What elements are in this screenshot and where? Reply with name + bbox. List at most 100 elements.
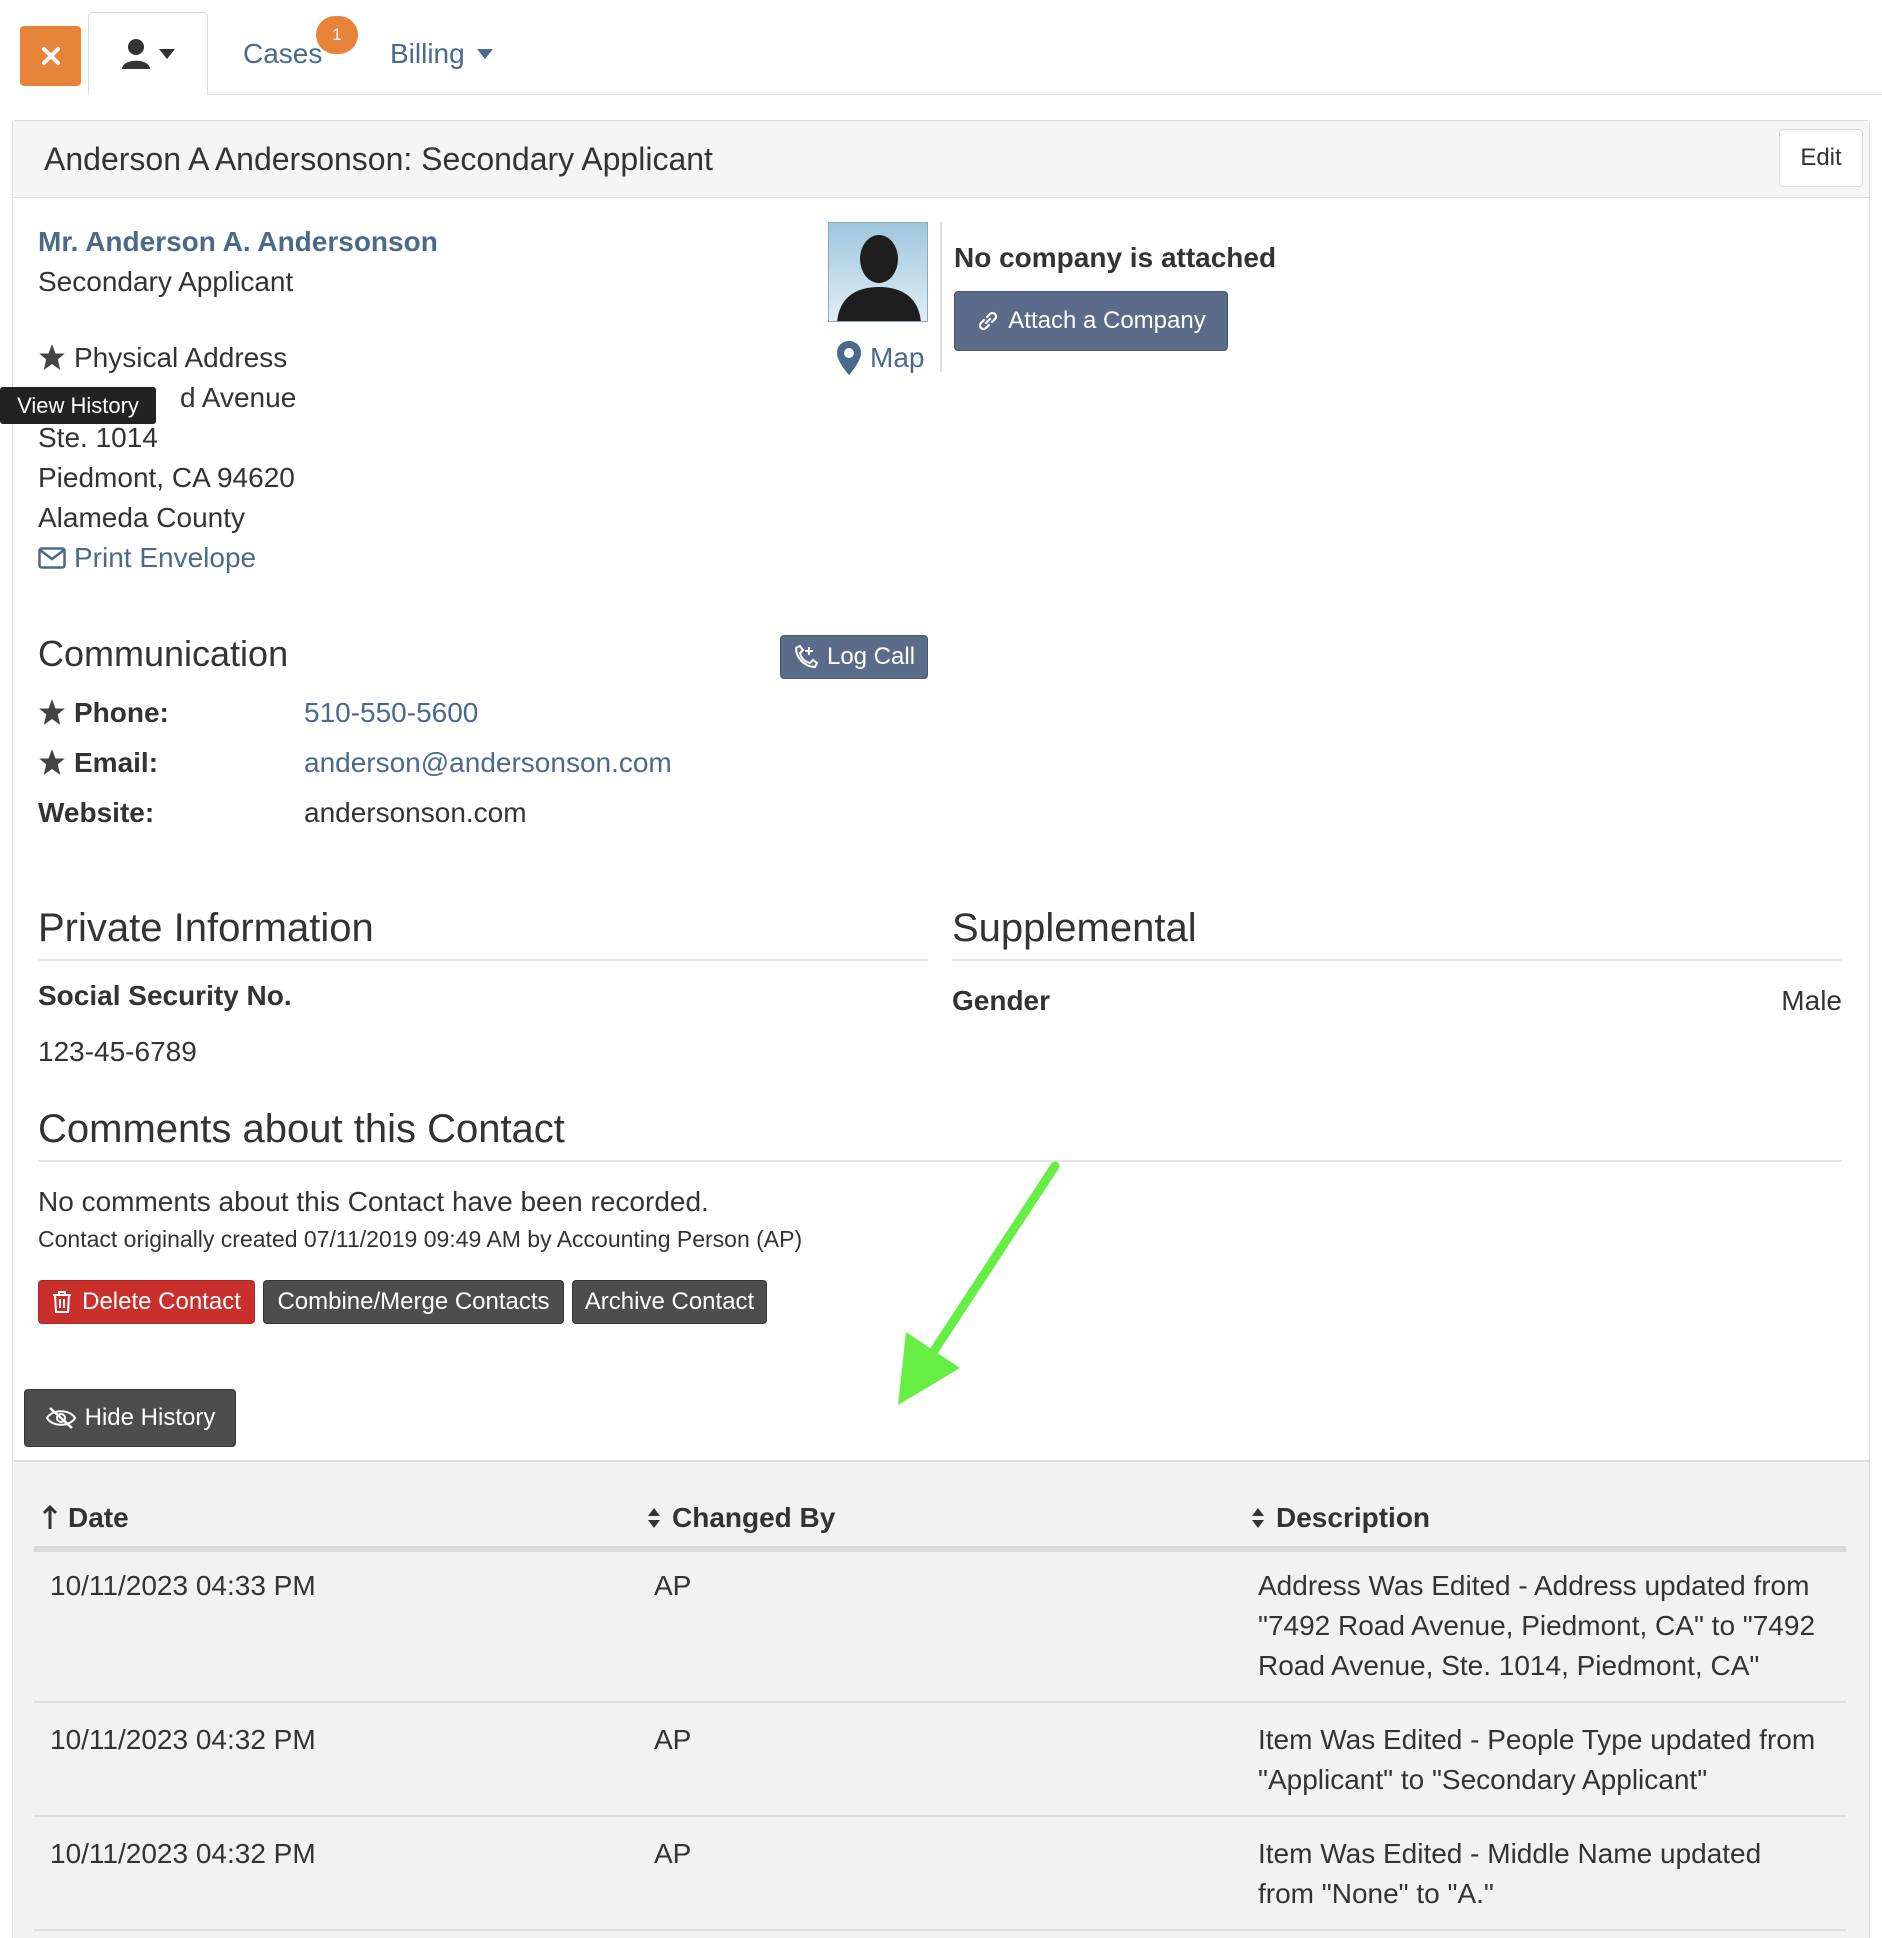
star-icon — [39, 344, 65, 370]
description-line: "Applicant" to "Secondary Applicant" — [1258, 1764, 1708, 1795]
divider — [38, 959, 928, 961]
table-cell-description: Item Was Edited - People Type updated fr… — [1258, 1720, 1815, 1800]
gender-value: Male — [1781, 985, 1842, 1016]
link-icon — [979, 311, 998, 331]
table-cell-description: Address Was Edited - Address updated fro… — [1258, 1566, 1815, 1686]
communication-heading: Communication — [38, 633, 289, 674]
history-table: Date Changed By Description 10/11/2023 0… — [14, 1460, 1869, 1938]
email-label-row: Email: — [38, 747, 158, 779]
contact-name-link[interactable]: Mr. Anderson A. Andersonson — [38, 226, 438, 258]
star-icon — [39, 699, 65, 725]
email-link[interactable]: anderson@andersonson.com — [304, 747, 672, 779]
column-header-date[interactable]: Date — [42, 1502, 129, 1534]
caret-down-icon — [159, 49, 175, 59]
email-label: Email: — [74, 747, 159, 778]
hide-history-label: Hide History — [84, 1404, 216, 1431]
table-cell-description: Item Was Edited - Middle Name updated fr… — [1258, 1834, 1761, 1914]
description-line: Road Avenue, Ste. 1014, Piedmont, CA" — [1258, 1650, 1760, 1681]
column-header-changed-by[interactable]: Changed By — [646, 1502, 835, 1534]
map-label: Map — [870, 342, 925, 373]
row-divider — [34, 1701, 1846, 1703]
contact-role: Secondary Applicant — [38, 266, 294, 297]
print-envelope-link[interactable]: Print Envelope — [38, 542, 256, 574]
row-divider — [34, 1929, 1846, 1931]
address-label: Physical Address — [38, 342, 287, 374]
tab-cases[interactable]: Cases — [243, 38, 322, 70]
column-header-description[interactable]: Description — [1250, 1502, 1430, 1534]
user-icon — [122, 39, 150, 69]
private-info-heading: Private Information — [38, 906, 374, 950]
address-line-3: Piedmont, CA 94620 — [38, 462, 295, 493]
phone-label-row: Phone: — [38, 697, 169, 729]
phone-plus-icon — [794, 644, 819, 669]
description-line: Address Was Edited - Address updated fro… — [1258, 1570, 1810, 1601]
panel-header: Anderson A Andersonson: Secondary Applic… — [13, 121, 1869, 198]
tab-billing-label: Billing — [390, 38, 465, 69]
website-label: Website: — [38, 797, 155, 828]
archive-contact-button[interactable]: Archive Contact — [572, 1280, 767, 1324]
supplemental-heading: Supplemental — [952, 906, 1197, 950]
website-value: andersonson.com — [304, 797, 527, 828]
table-cell-date: 10/11/2023 04:32 PM — [50, 1724, 316, 1755]
trash-icon — [53, 1291, 72, 1313]
log-call-label: Log Call — [826, 643, 916, 670]
envelope-icon — [38, 547, 66, 569]
annotation-arrow-icon — [898, 1161, 1060, 1405]
table-cell-changed-by: AP — [654, 1724, 692, 1755]
description-line: from "None" to "A." — [1258, 1878, 1494, 1909]
tab-billing[interactable]: Billing — [390, 38, 493, 70]
description-line: Item Was Edited - People Type updated fr… — [1258, 1724, 1816, 1755]
page-title: Anderson A Andersonson: Secondary Applic… — [44, 141, 713, 177]
close-button[interactable] — [20, 26, 81, 86]
column-header-description-label: Description — [1276, 1502, 1431, 1533]
hide-history-button[interactable]: Hide History — [24, 1389, 236, 1447]
delete-contact-button[interactable]: Delete Contact — [38, 1280, 255, 1324]
user-menu-tab[interactable] — [88, 12, 208, 95]
star-icon — [39, 749, 65, 775]
map-marker-icon — [837, 341, 861, 375]
contact-avatar[interactable] — [828, 222, 928, 322]
cases-count-badge: 1 — [316, 16, 358, 54]
comments-heading: Comments about this Contact — [38, 1107, 565, 1151]
sort-icon — [648, 1508, 660, 1528]
table-cell-changed-by: AP — [654, 1838, 692, 1869]
attach-company-label: Attach a Company — [1008, 307, 1206, 334]
print-envelope-label: Print Envelope — [74, 542, 257, 573]
vertical-divider — [940, 222, 942, 372]
sort-icon — [1252, 1508, 1264, 1528]
table-cell-date: 10/11/2023 04:33 PM — [50, 1570, 316, 1601]
description-line: "7492 Road Avenue, Piedmont, CA" to "749… — [1258, 1610, 1816, 1641]
nav-divider — [208, 94, 1882, 95]
table-cell-date: 10/11/2023 04:32 PM — [50, 1838, 316, 1869]
caret-down-icon — [476, 49, 493, 59]
map-link[interactable]: Map — [836, 340, 924, 376]
attach-company-button[interactable]: Attach a Company — [954, 291, 1228, 351]
eye-slash-icon — [45, 1407, 76, 1429]
phone-label: Phone: — [74, 697, 169, 728]
ssn-label: Social Security No. — [38, 980, 292, 1011]
person-silhouette-icon — [837, 235, 921, 321]
phone-link[interactable]: 510-550-5600 — [304, 697, 478, 729]
created-info-text: Contact originally created 07/11/2019 09… — [38, 1226, 803, 1252]
divider — [952, 959, 1842, 961]
table-cell-changed-by: AP — [654, 1570, 692, 1601]
no-company-text: No company is attached — [954, 242, 1277, 273]
merge-contacts-button[interactable]: Combine/Merge Contacts — [263, 1280, 564, 1324]
sort-ascending-icon — [42, 1505, 58, 1529]
view-history-tooltip: View History — [0, 387, 156, 424]
no-comments-text: No comments about this Contact have been… — [38, 1186, 709, 1217]
delete-contact-label: Delete Contact — [82, 1288, 241, 1315]
column-header-changed-by-label: Changed By — [672, 1502, 836, 1533]
row-divider — [34, 1815, 1846, 1817]
address-line-2: Ste. 1014 — [38, 422, 158, 453]
address-label-text: Physical Address — [74, 342, 288, 373]
log-call-button[interactable]: Log Call — [780, 635, 928, 679]
close-icon — [41, 47, 60, 65]
ssn-value: 123-45-6789 — [38, 1036, 197, 1067]
header-divider — [34, 1546, 1846, 1552]
edit-button[interactable]: Edit — [1779, 129, 1863, 187]
description-line: Item Was Edited - Middle Name updated — [1258, 1838, 1762, 1869]
gender-label: Gender — [952, 985, 1051, 1016]
address-line-4: Alameda County — [38, 502, 246, 533]
address-line-1: d Avenue — [180, 382, 297, 413]
